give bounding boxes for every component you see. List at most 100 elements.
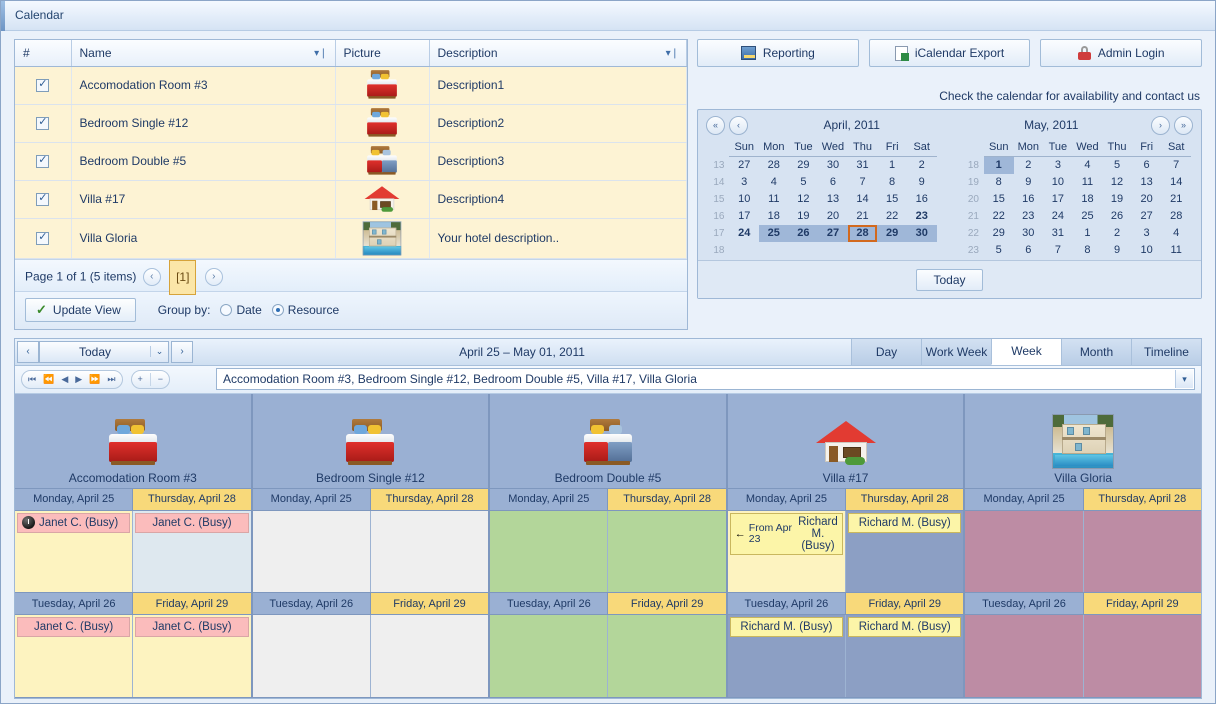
day-cell[interactable] xyxy=(1084,511,1201,593)
last-icon[interactable]: ⏭ xyxy=(107,374,115,385)
day-header[interactable]: Tuesday, April 26 xyxy=(490,593,608,614)
calendar-day-cell[interactable]: 28 xyxy=(1161,208,1191,225)
row-checkbox-cell[interactable] xyxy=(15,66,71,104)
resource-header[interactable]: Villa #17 xyxy=(728,394,964,489)
calendar-day-cell[interactable]: 18 xyxy=(1073,191,1103,208)
back-icon[interactable]: ◀ xyxy=(61,374,68,385)
resource-header[interactable]: Accomodation Room #3 xyxy=(15,394,251,489)
calendar-day-cell[interactable]: 27 xyxy=(1132,208,1162,225)
icalendar-export-button[interactable]: iCalendar Export xyxy=(869,39,1031,67)
calendar-day-cell[interactable]: 10 xyxy=(729,191,759,208)
calendar-day-cell[interactable]: 4 xyxy=(759,174,789,191)
resource-select[interactable]: Accomodation Room #3, Bedroom Single #12… xyxy=(216,368,1195,390)
tab-week[interactable]: Week xyxy=(991,339,1061,365)
calendar-day-cell[interactable]: 24 xyxy=(1043,208,1073,225)
calendar-day-cell[interactable]: 11 xyxy=(1161,242,1191,259)
row-checkbox-cell[interactable] xyxy=(15,218,71,258)
day-header[interactable]: Thursday, April 28 xyxy=(371,489,488,510)
pager-page-1[interactable]: [1] xyxy=(169,260,196,295)
column-header-description[interactable]: Description ▾❘ xyxy=(429,40,687,66)
column-header-name[interactable]: Name ▾❘ xyxy=(71,40,335,66)
calendar-day-cell[interactable]: 4 xyxy=(1161,225,1191,242)
calendar-day-cell[interactable]: 26 xyxy=(1102,208,1132,225)
table-row[interactable]: Villa #17 Description4 xyxy=(15,180,687,218)
day-header[interactable]: Thursday, April 28 xyxy=(608,489,725,510)
calendar-day-cell[interactable]: 21 xyxy=(848,208,878,225)
day-header[interactable]: Friday, April 29 xyxy=(608,593,725,614)
calendar-day-cell[interactable]: 30 xyxy=(818,157,848,174)
column-header-number[interactable]: # xyxy=(15,40,71,66)
calendar-prev-button[interactable]: ‹ xyxy=(729,116,748,135)
calendar-day-cell[interactable]: 9 xyxy=(907,174,937,191)
day-header[interactable]: Monday, April 25 xyxy=(965,489,1083,510)
calendar-day-cell[interactable]: 5 xyxy=(984,242,1014,259)
day-header[interactable]: Thursday, April 28 xyxy=(1084,489,1201,510)
tab-work-week[interactable]: Work Week xyxy=(921,339,991,365)
calendar-day-cell[interactable]: 12 xyxy=(789,191,819,208)
day-cell[interactable] xyxy=(490,615,608,697)
calendar-next-button[interactable]: › xyxy=(1151,116,1170,135)
calendar-day-cell[interactable]: 3 xyxy=(1132,225,1162,242)
calendar-day-cell[interactable]: 6 xyxy=(1014,242,1044,259)
chevron-down-icon[interactable]: ▾ xyxy=(1175,370,1193,388)
calendar-event[interactable]: ←From Apr 23Richard M. (Busy) xyxy=(730,513,843,555)
calendar-day-cell[interactable]: 16 xyxy=(1014,191,1044,208)
day-header[interactable]: Tuesday, April 26 xyxy=(253,593,371,614)
resource-header[interactable]: Bedroom Double #5 xyxy=(490,394,726,489)
day-cell[interactable] xyxy=(253,615,371,697)
calendar-day-cell[interactable]: 29 xyxy=(877,225,907,242)
calendar-day-cell[interactable]: 19 xyxy=(789,208,819,225)
zoom-out-button[interactable]: − xyxy=(158,374,163,384)
calendar-day-cell[interactable]: 3 xyxy=(1043,157,1073,174)
day-cell[interactable] xyxy=(608,615,725,697)
calendar-day-cell[interactable]: 1 xyxy=(877,157,907,174)
chevron-down-icon[interactable]: ⌄ xyxy=(150,346,168,357)
column-header-picture[interactable]: Picture xyxy=(335,40,429,66)
calendar-event[interactable]: Richard M. (Busy) xyxy=(848,617,961,637)
calendar-day-cell[interactable]: 17 xyxy=(729,208,759,225)
radio-group-by-date[interactable] xyxy=(220,304,232,316)
calendar-day-cell[interactable]: 13 xyxy=(818,191,848,208)
row-checkbox[interactable] xyxy=(36,232,49,245)
day-header[interactable]: Thursday, April 28 xyxy=(846,489,963,510)
calendar-day-cell[interactable]: 28 xyxy=(848,225,878,242)
calendar-day-cell[interactable]: 11 xyxy=(759,191,789,208)
calendar-day-cell[interactable]: 1 xyxy=(1073,225,1103,242)
day-header[interactable]: Thursday, April 28 xyxy=(133,489,250,510)
day-header[interactable]: Friday, April 29 xyxy=(133,593,250,614)
calendar-event[interactable]: Richard M. (Busy) xyxy=(730,617,843,637)
calendar-day-cell[interactable]: 8 xyxy=(877,174,907,191)
calendar-day-cell[interactable]: 8 xyxy=(984,174,1014,191)
calendar-day-cell[interactable]: 29 xyxy=(984,225,1014,242)
table-row[interactable]: Villa Gloria Your hotel description.. xyxy=(15,218,687,258)
calendar-day-cell[interactable]: 14 xyxy=(1161,174,1191,191)
calendar-event[interactable]: Richard M. (Busy) xyxy=(848,513,961,533)
row-checkbox-cell[interactable] xyxy=(15,180,71,218)
day-cell[interactable]: Janet C. (Busy) xyxy=(133,511,250,593)
calendar-day-cell[interactable]: 31 xyxy=(1043,225,1073,242)
calendar-day-cell[interactable]: 4 xyxy=(1073,157,1103,174)
calendar-day-cell[interactable]: 25 xyxy=(759,225,789,242)
calendar-day-cell[interactable]: 7 xyxy=(1043,242,1073,259)
filter-icon[interactable]: ▾❘ xyxy=(314,48,327,59)
fast-back-icon[interactable]: ⏪ xyxy=(43,374,54,385)
calendar-day-cell[interactable]: 9 xyxy=(1102,242,1132,259)
calendar-day-cell[interactable]: 2 xyxy=(1014,157,1044,174)
day-cell[interactable]: Janet C. (Busy) xyxy=(133,615,250,697)
first-icon[interactable]: ⏮ xyxy=(28,374,36,385)
calendar-day-cell[interactable]: 3 xyxy=(729,174,759,191)
calendar-day-cell[interactable]: 1 xyxy=(984,157,1014,174)
calendar-day-cell[interactable]: 15 xyxy=(984,191,1014,208)
day-cell[interactable]: Janet C. (Busy) xyxy=(15,511,133,593)
row-checkbox-cell[interactable] xyxy=(15,142,71,180)
calendar-day-cell[interactable]: 6 xyxy=(818,174,848,191)
scheduler-zoom-pill[interactable]: + − xyxy=(131,370,171,389)
day-header[interactable]: Monday, April 25 xyxy=(15,489,133,510)
fast-forward-icon[interactable]: ⏩ xyxy=(89,374,100,385)
day-header[interactable]: Tuesday, April 26 xyxy=(15,593,133,614)
zoom-in-button[interactable]: + xyxy=(138,374,143,384)
day-header[interactable]: Friday, April 29 xyxy=(846,593,963,614)
calendar-day-cell[interactable]: 27 xyxy=(818,225,848,242)
calendar-last-button[interactable]: » xyxy=(1174,116,1193,135)
day-header[interactable]: Friday, April 29 xyxy=(371,593,488,614)
